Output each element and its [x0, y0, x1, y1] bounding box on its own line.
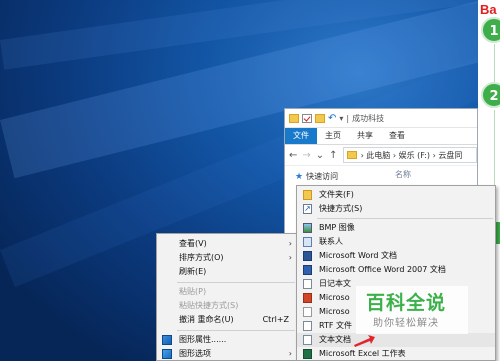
- new-item-label: Microsoft Excel 工作表: [319, 349, 406, 358]
- folder-icon: [303, 190, 312, 200]
- excel-icon: [303, 349, 312, 359]
- menu-separator: [177, 330, 295, 331]
- menu-item-paste[interactable]: 粘贴(P): [157, 285, 297, 299]
- menu-item-label: 刷新(E): [179, 267, 207, 276]
- watermark-subtitle: 助你轻松解决: [373, 318, 439, 329]
- nav-quick-access-label: 快速访问: [306, 172, 339, 181]
- submenu-arrow-icon: ›: [288, 239, 292, 248]
- text-doc-icon: [303, 335, 312, 345]
- menu-item-refresh[interactable]: 刷新(E): [157, 265, 297, 279]
- new-item-contact[interactable]: 联系人: [297, 235, 495, 249]
- folder-icon: [289, 113, 299, 123]
- new-item-label: 日记本文: [319, 279, 351, 288]
- tab-home[interactable]: 主页: [317, 128, 349, 144]
- new-item-label: RTF 文件: [319, 321, 353, 330]
- titlebar-divider: |: [346, 113, 350, 123]
- brand-logo: Ba: [480, 2, 497, 17]
- menu-item-undo-rename[interactable]: 撤消 重命名(U) Ctrl+Z: [157, 313, 297, 327]
- folder-icon: [346, 151, 357, 159]
- new-submenu: 文件夹(F) 快捷方式(S) BMP 图像 联系人 Microsoft Word…: [296, 185, 496, 361]
- step-connector: [494, 44, 495, 82]
- publisher-icon: [303, 307, 312, 317]
- new-item-excel[interactable]: Microsoft Excel 工作表: [297, 347, 495, 360]
- word-doc-icon: [303, 251, 312, 261]
- new-item-word-2007-doc[interactable]: Microsoft Office Word 2007 文档: [297, 263, 495, 277]
- quick-access-dropdown-icon[interactable]: ▾: [339, 114, 343, 123]
- menu-item-label: 排序方式(O): [179, 253, 224, 262]
- menu-item-label: 查看(V): [179, 239, 207, 248]
- journal-icon: [303, 279, 312, 289]
- menu-item-shortcut: Ctrl+Z: [262, 315, 289, 324]
- tab-file[interactable]: 文件: [285, 128, 317, 144]
- column-header-name[interactable]: 名称: [395, 169, 411, 180]
- new-item-label: BMP 图像: [319, 223, 355, 232]
- contact-icon: [303, 237, 312, 247]
- desktop-context-menu: 查看(V) › 排序方式(O) › 刷新(E) 粘贴(P) 粘贴快捷方式(S) …: [156, 233, 298, 361]
- submenu-arrow-icon: ›: [288, 349, 292, 358]
- undo-icon[interactable]: ↶: [328, 113, 336, 123]
- forward-arrow-icon[interactable]: →: [302, 150, 310, 161]
- new-item-word-doc[interactable]: Microsoft Word 文档: [297, 249, 495, 263]
- menu-item-view[interactable]: 查看(V) ›: [157, 237, 297, 251]
- watermark: 百科全说 助你轻松解决: [356, 286, 468, 334]
- new-item-label: 文本文档: [319, 335, 351, 344]
- new-item-shortcut[interactable]: 快捷方式(S): [297, 202, 495, 216]
- new-item-bmp-image[interactable]: BMP 图像: [297, 221, 495, 235]
- new-item-label: 联系人: [319, 237, 343, 246]
- powerpoint-icon: [303, 293, 312, 303]
- menu-item-label: 粘贴(P): [179, 287, 207, 296]
- new-item-label: 快捷方式(S): [319, 204, 363, 213]
- watermark-title: 百科全说: [366, 292, 447, 314]
- rtf-icon: [303, 321, 312, 331]
- new-item-label: Microsoft Office Word 2007 文档: [319, 265, 446, 274]
- new-item-folder[interactable]: 文件夹(F): [297, 188, 495, 202]
- address-bar-row: ← → ⌄ ↑ › 此电脑 › 娱乐 (F:) › 云盘同: [285, 145, 477, 166]
- new-item-label: Microso: [319, 293, 350, 302]
- menu-separator: [177, 282, 295, 283]
- explorer-titlebar: ↶ ▾ | 成功科技: [285, 109, 477, 128]
- word-2007-doc-icon: [303, 265, 312, 275]
- shortcut-icon: [303, 202, 312, 216]
- ribbon-tabs: 文件 主页 共享 查看: [285, 128, 477, 145]
- properties-icon[interactable]: [302, 113, 312, 123]
- step-badge-1[interactable]: 1: [481, 17, 500, 43]
- menu-item-label: 图形属性......: [179, 335, 227, 344]
- new-item-label: 文件夹(F): [319, 190, 354, 199]
- submenu-arrow-icon: ›: [288, 253, 292, 262]
- menu-item-label: 撤消 重命名(U): [179, 315, 234, 324]
- menu-item-graphics-options[interactable]: 图形选项 ›: [157, 347, 297, 361]
- up-arrow-icon[interactable]: ↑: [329, 150, 337, 161]
- red-pointer-arrow-icon: [354, 335, 375, 347]
- graphics-icon: [162, 349, 172, 359]
- new-item-text-document[interactable]: 文本文档: [297, 333, 495, 347]
- new-item-label: Microso: [319, 307, 350, 316]
- tab-share[interactable]: 共享: [349, 128, 381, 144]
- star-icon: ★: [295, 171, 304, 182]
- menu-item-label: 粘贴快捷方式(S): [179, 301, 239, 310]
- graphics-icon: [162, 335, 172, 345]
- menu-item-sort-by[interactable]: 排序方式(O) ›: [157, 251, 297, 265]
- new-item-label: Microsoft Word 文档: [319, 251, 398, 260]
- recent-locations-icon[interactable]: ⌄: [316, 150, 324, 161]
- address-box[interactable]: › 此电脑 › 娱乐 (F:) › 云盘同: [342, 147, 477, 163]
- bmp-image-icon: [303, 223, 312, 233]
- address-path: › 此电脑 › 娱乐 (F:) › 云盘同: [360, 150, 463, 160]
- menu-item-paste-shortcut[interactable]: 粘贴快捷方式(S): [157, 299, 297, 313]
- menu-item-graphics-properties[interactable]: 图形属性......: [157, 333, 297, 347]
- step-badge-2[interactable]: 2: [481, 82, 500, 108]
- window-title: 成功科技: [352, 113, 385, 123]
- new-folder-icon[interactable]: [315, 113, 325, 123]
- menu-item-label: 图形选项: [179, 349, 211, 358]
- menu-separator: [317, 218, 493, 219]
- back-arrow-icon[interactable]: ←: [289, 150, 297, 161]
- tab-view[interactable]: 查看: [381, 128, 413, 144]
- nav-quick-access[interactable]: ★ 快速访问: [295, 171, 338, 182]
